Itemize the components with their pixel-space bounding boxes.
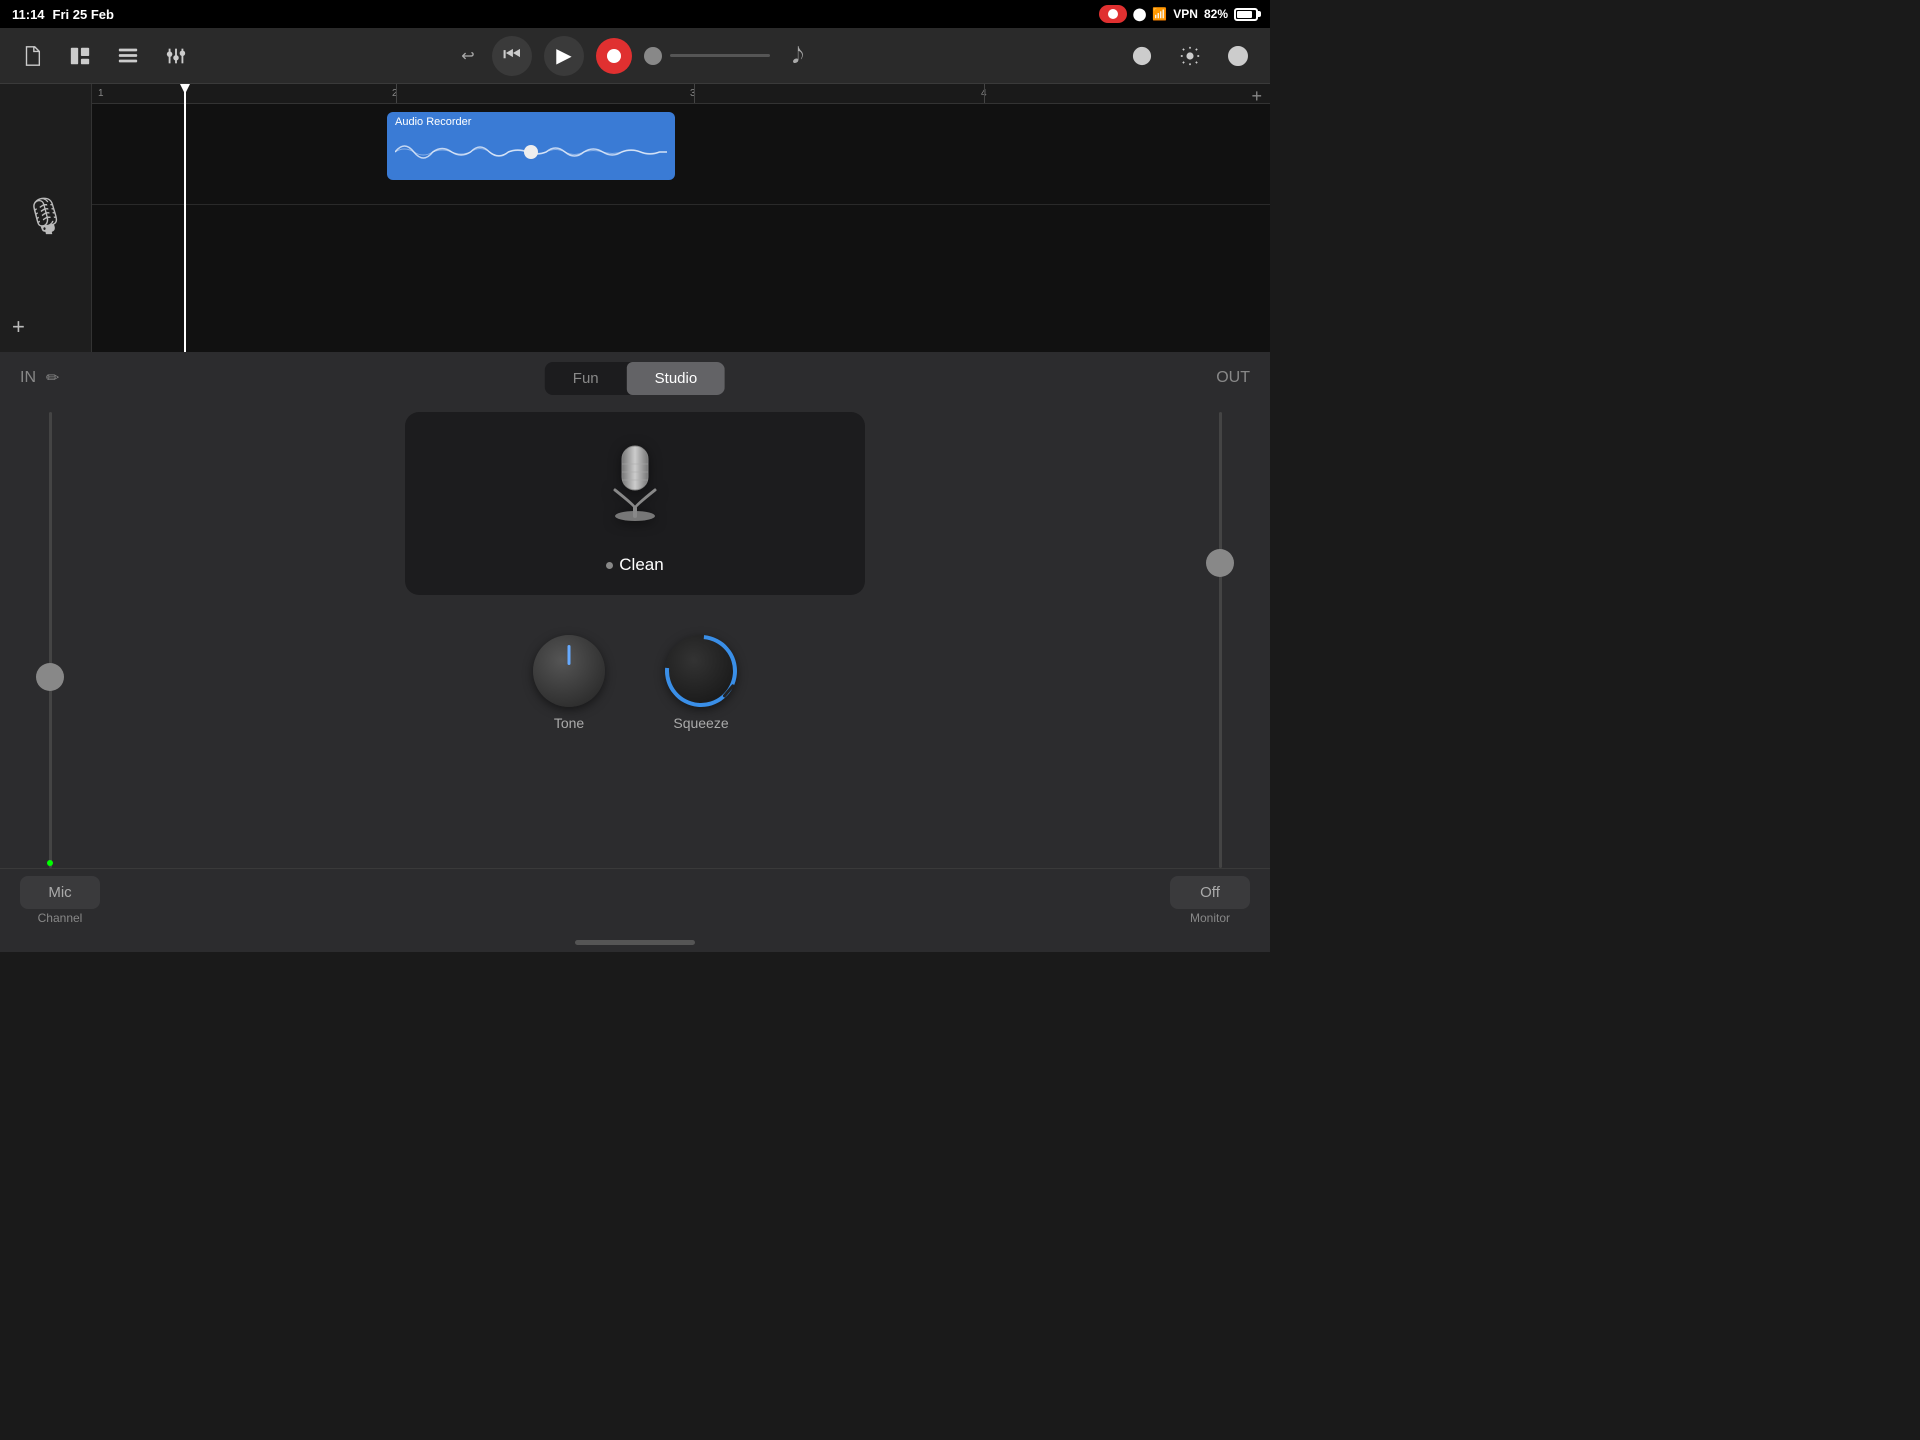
bottom-panel: IN ✏ Fun Studio OUT [0,352,1270,952]
toolbar-left [16,40,192,72]
settings-icon[interactable] [1174,40,1206,72]
squeeze-knob[interactable] [665,635,737,707]
in-label-group: IN ✏ [20,368,59,388]
audio-clip[interactable]: Audio Recorder [387,112,675,180]
center-content: Clean Tone Squeeze [80,404,1190,868]
in-fader-track[interactable] [49,412,52,868]
record-indicator [1099,5,1127,23]
mic-btn-group: Mic Channel [20,876,100,925]
edit-icon[interactable]: ✏ [46,368,59,388]
track-mic-icon: 🎙 [23,195,69,237]
knobs-row: Tone Squeeze [533,635,737,731]
in-label: IN [20,369,36,387]
tone-knob-wrap: Tone [533,635,605,731]
mode-fun-button[interactable]: Fun [545,362,627,395]
panel-main: Clean Tone Squeeze [0,404,1270,868]
volume-knob[interactable] [644,47,662,65]
clip-handle[interactable] [524,145,538,159]
wifi-icon: 📶 [1152,7,1167,21]
playhead [184,84,186,352]
track-area: 🎙 + 1 2 3 4 + Audio Recorder [0,84,1270,352]
monitor-btn-group: Off Monitor [1170,876,1250,925]
squeeze-ring [650,620,751,721]
metronome-icon[interactable]: 𝅘𝅥𝅮 [782,40,814,72]
monitor-label: Monitor [1190,911,1230,925]
track-sidebar: 🎙 + [0,84,92,352]
monitor-button[interactable]: Off [1170,876,1250,909]
status-right: ⬤ 📶 VPN 82% [1099,5,1258,23]
mic-button[interactable]: Mic [20,876,100,909]
volume-control[interactable] [644,47,770,65]
out-fader-track[interactable] [1219,412,1222,868]
battery-fill [1237,11,1252,18]
add-bar-button[interactable]: + [1251,86,1262,107]
ruler-line-4 [984,84,985,103]
in-fader [20,404,80,868]
add-track-button[interactable]: + [12,314,25,340]
status-date: Fri 25 Feb [53,7,114,22]
home-indicator [0,932,1270,952]
record-button[interactable] [596,38,632,74]
tracks-icon[interactable] [112,40,144,72]
status-time: 11:14 [12,7,45,22]
status-left: 11:14 Fri 25 Feb [12,7,114,22]
squeeze-label: Squeeze [673,715,728,731]
clip-waveform [395,130,667,174]
help-icon[interactable] [1222,40,1254,72]
panel-header: IN ✏ Fun Studio OUT [0,352,1270,404]
preset-mic-icon [595,436,675,543]
battery-icon [1234,8,1258,21]
battery-percent: 82% [1204,7,1228,21]
out-fader [1190,404,1250,868]
ruler-line-2 [396,84,397,103]
rewind-button[interactable]: ⏮ [492,36,532,76]
mode-studio-button[interactable]: Studio [627,362,726,395]
out-label: OUT [1216,369,1250,387]
layout-icon[interactable] [64,40,96,72]
in-fader-dot [47,860,53,866]
status-bar: 11:14 Fri 25 Feb ⬤ 📶 VPN 82% [0,0,1270,28]
status-circle: ⬤ [1133,7,1146,21]
track-separator [92,204,1270,205]
document-icon[interactable] [16,40,48,72]
home-bar [575,940,695,945]
mode-toggle: Fun Studio [545,362,725,395]
out-fader-knob[interactable] [1206,549,1234,577]
in-fader-knob[interactable] [36,663,64,691]
chat-icon[interactable] [1126,40,1158,72]
track-lane: Audio Recorder [92,112,1270,202]
timeline-ruler: 1 2 3 4 + [92,84,1270,104]
preset-dot [606,562,613,569]
vpn-label: VPN [1173,7,1198,21]
volume-track [670,54,770,57]
toolbar-center: ↩ ⏮ ▶ 𝅘𝅥𝅮 [456,36,814,76]
mixer-icon[interactable] [160,40,192,72]
track-content: 1 2 3 4 + Audio Recorder [92,84,1270,352]
tone-knob[interactable] [533,635,605,707]
clip-title: Audio Recorder [395,116,667,128]
ruler-mark-1: 1 [98,88,104,99]
toolbar-right [1126,40,1254,72]
preset-indicator: Clean [606,555,663,575]
toolbar: ↩ ⏮ ▶ 𝅘𝅥𝅮 [0,28,1270,84]
squeeze-knob-wrap: Squeeze [665,635,737,731]
tone-label: Tone [554,715,584,731]
preset-box: Clean [405,412,865,595]
channel-label: Channel [38,911,83,925]
preset-name: Clean [619,555,663,575]
bottom-buttons: Mic Channel Off Monitor [0,868,1270,932]
undo-button[interactable]: ↩ [456,46,480,66]
ruler-line-3 [694,84,695,103]
play-button[interactable]: ▶ [544,36,584,76]
